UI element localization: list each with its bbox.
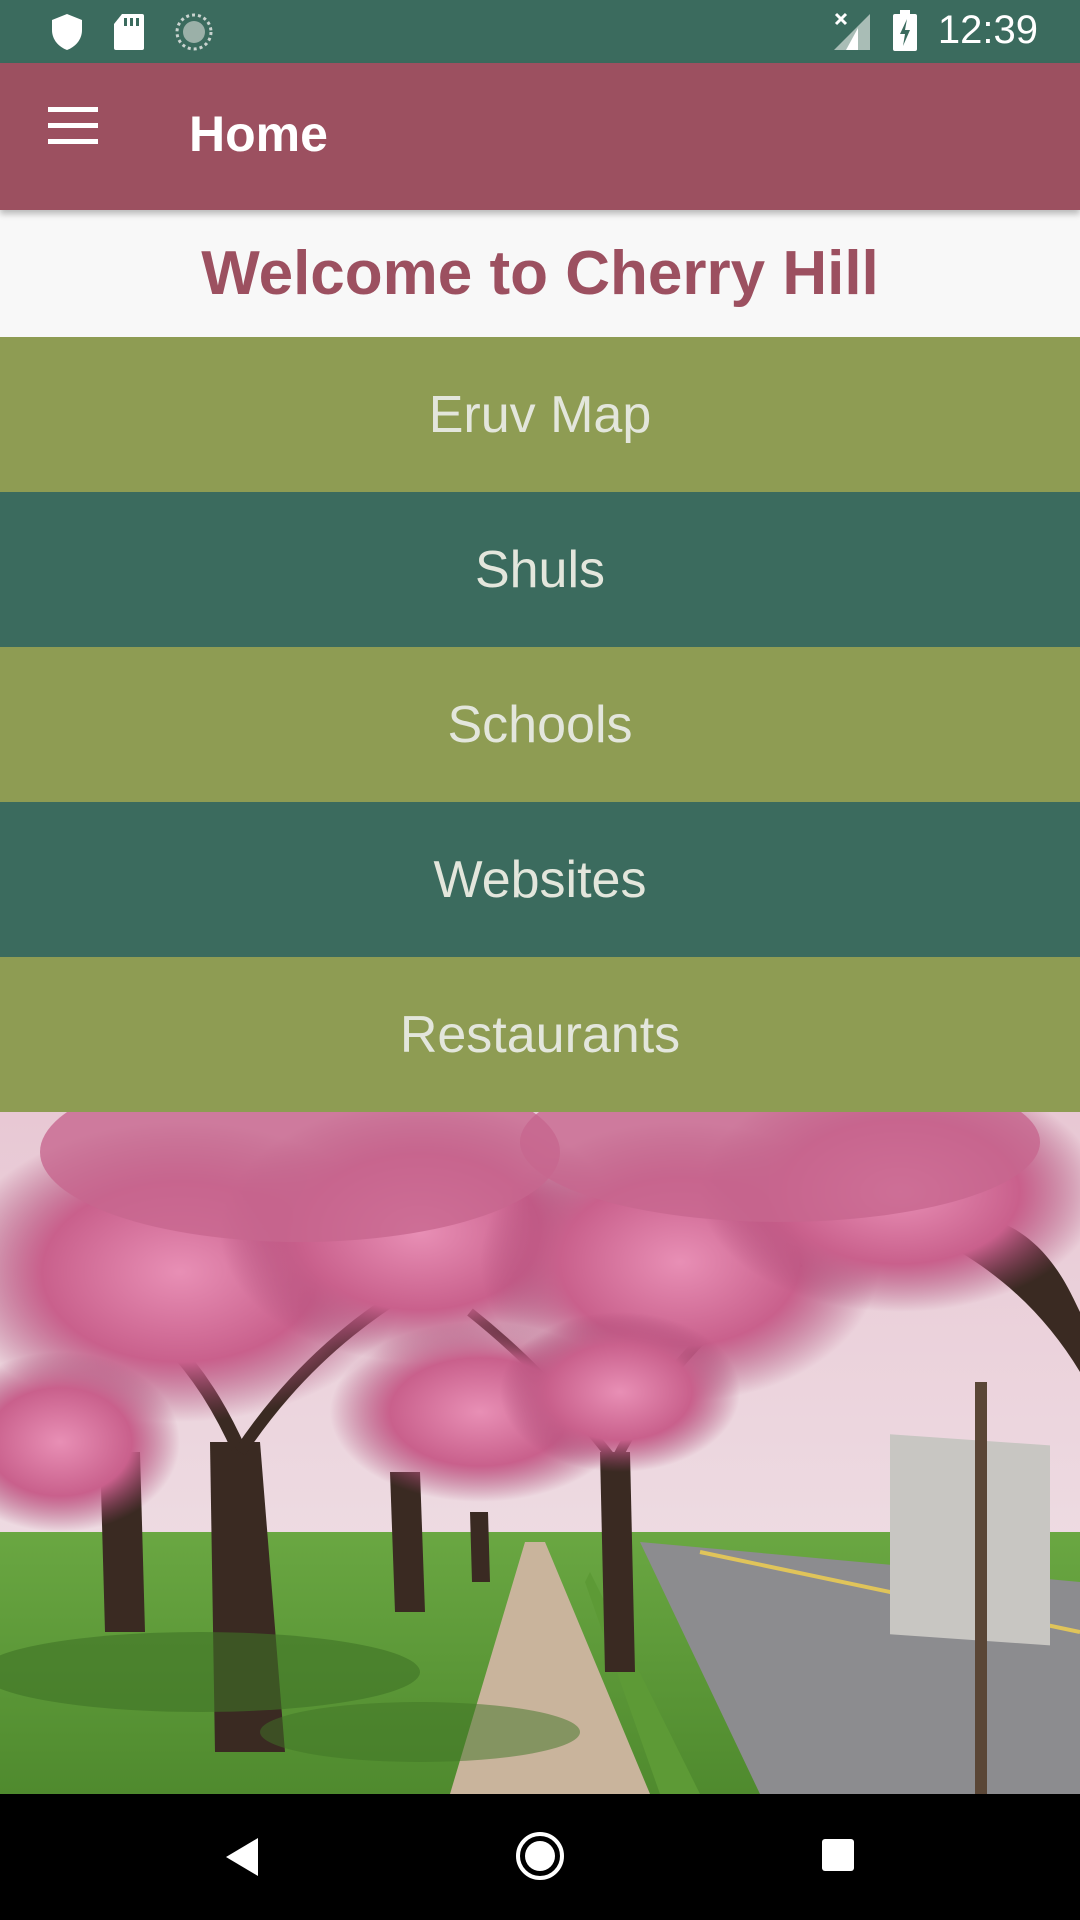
shield-icon [52, 14, 82, 50]
status-bar: 12:39 [0, 0, 1080, 63]
menu-item-eruv-map[interactable]: Eruv Map [0, 337, 1080, 492]
recents-icon[interactable] [820, 1837, 856, 1873]
menu-item-shuls[interactable]: Shuls [0, 492, 1080, 647]
menu-item-restaurants[interactable]: Restaurants [0, 957, 1080, 1112]
status-icons-left [50, 12, 214, 52]
system-nav-bar [0, 1794, 1080, 1920]
app-bar: Home [0, 63, 1080, 210]
signal-icon [833, 12, 870, 50]
menu-list: Eruv Map Shuls Schools Websites Restaura… [0, 337, 1080, 1112]
page-title: Home [189, 106, 328, 162]
hamburger-menu-icon[interactable] [38, 107, 108, 167]
home-icon[interactable] [514, 1830, 566, 1882]
welcome-heading: Welcome to Cherry Hill [0, 210, 1080, 337]
clock: 12:39 [937, 8, 1038, 52]
status-icons-right: 12:39 [832, 8, 1038, 53]
battery-charging-icon [892, 9, 917, 51]
back-icon[interactable] [222, 1836, 262, 1878]
menu-item-websites[interactable]: Websites [0, 802, 1080, 957]
sync-icon [175, 13, 213, 51]
menu-item-schools[interactable]: Schools [0, 647, 1080, 802]
cherry-blossom-street-photo [0, 1112, 1080, 1794]
sd-card-icon [114, 14, 144, 50]
